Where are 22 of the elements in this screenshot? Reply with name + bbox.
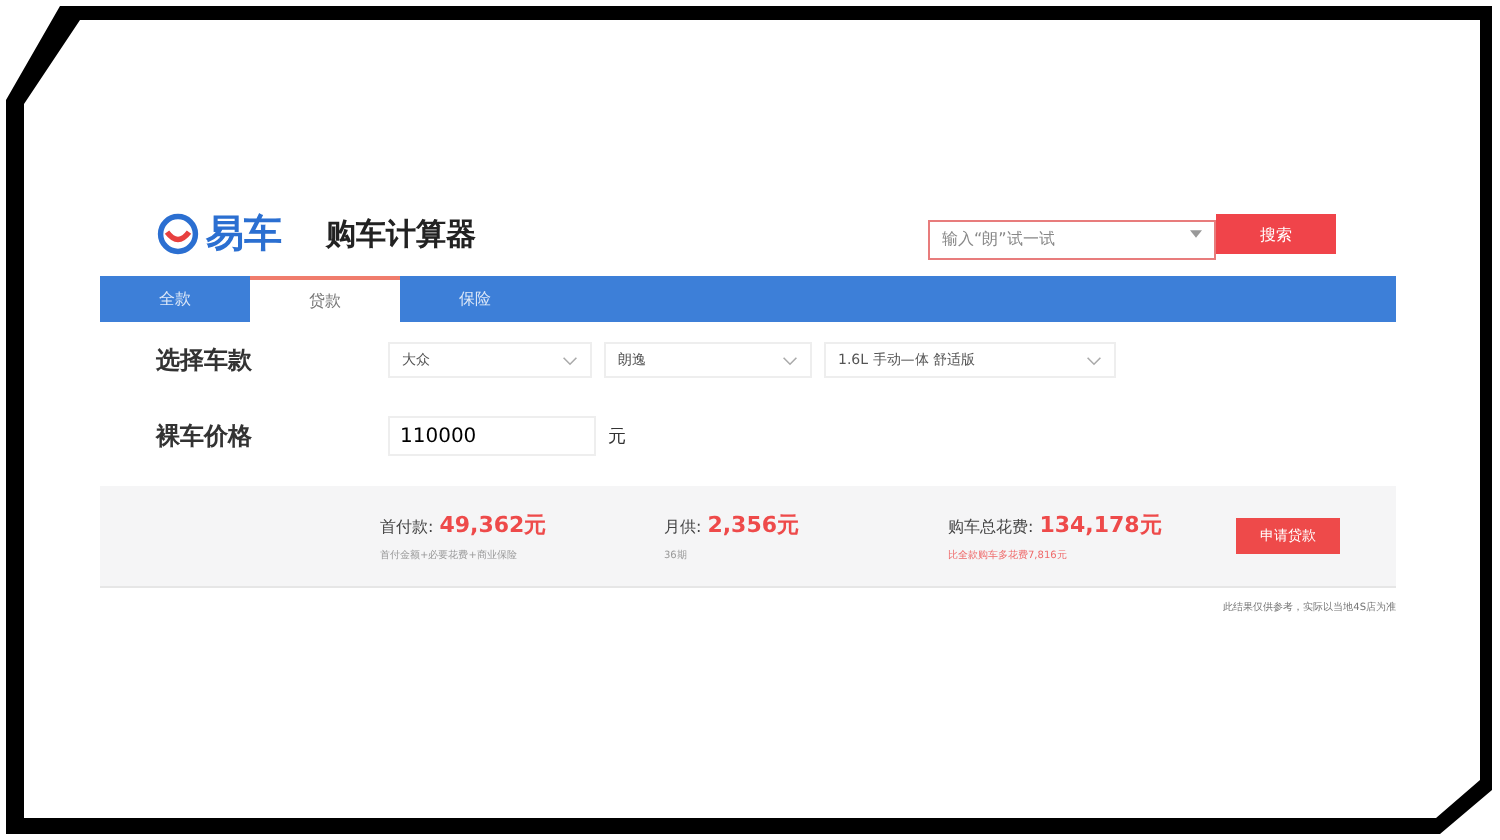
result-value: 2,356元 — [707, 510, 799, 540]
result-label: 首付款: — [380, 516, 434, 538]
chevron-icon — [1086, 355, 1102, 365]
field-label: 裸车价格 — [156, 419, 254, 453]
result-label: 月供: — [664, 516, 702, 538]
page-title: 购车计算器 — [326, 215, 476, 253]
search-field[interactable]: 输入“朗”试一试 — [928, 219, 1216, 259]
logo-icon — [156, 212, 200, 256]
tab[interactable]: 贷款 — [250, 276, 400, 322]
search-button[interactable]: 搜索 — [1216, 214, 1336, 254]
result-label: 购车总花费: — [948, 516, 1034, 538]
field-label: 选择车款 — [156, 343, 254, 377]
chevron-icon — [782, 355, 798, 365]
unit-label: 元 — [608, 425, 626, 449]
price-field[interactable]: 110000 — [388, 416, 596, 456]
tab[interactable]: 保险 — [400, 276, 550, 322]
result-value: 134,178元 — [1039, 510, 1162, 540]
brand-name: 易车 — [206, 210, 282, 260]
result-value: 49,362元 — [439, 510, 547, 540]
chevron-icon — [562, 355, 578, 365]
tab[interactable]: 全款 — [100, 276, 250, 322]
caret-icon — [1190, 230, 1202, 238]
